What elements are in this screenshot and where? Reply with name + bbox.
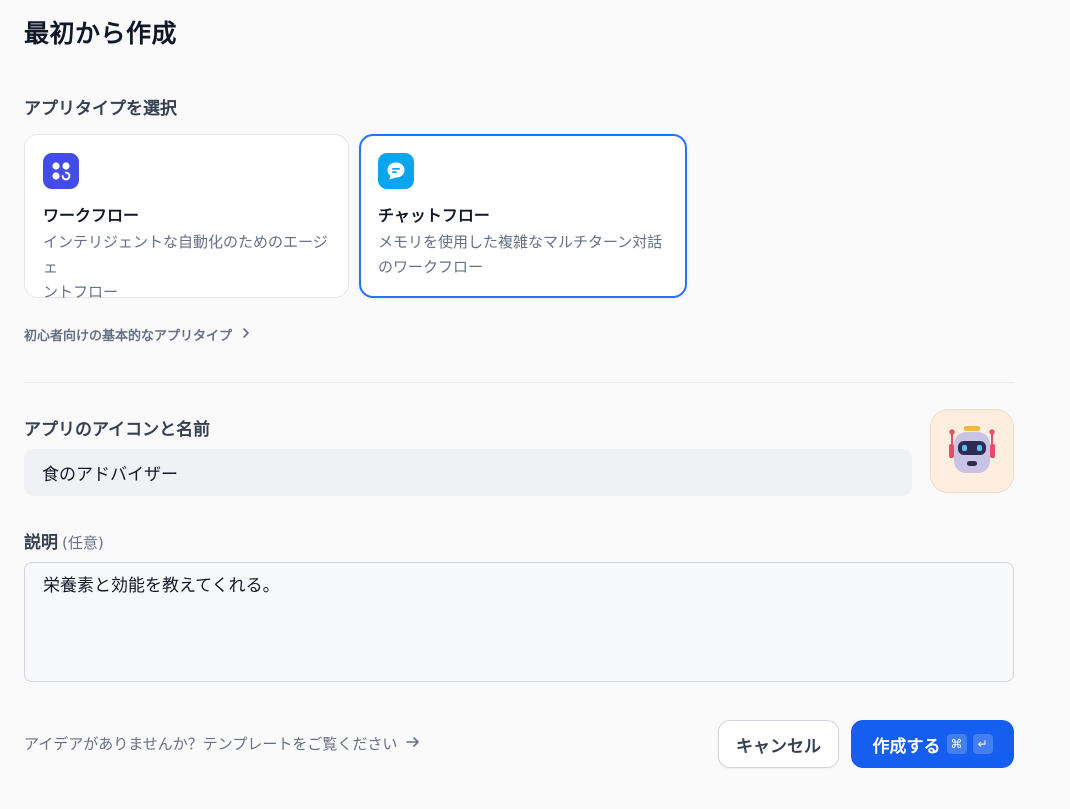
- create-button-label: 作成する: [872, 736, 941, 757]
- basic-app-types-link[interactable]: 初心者向けの基本的なアプリタイプ: [24, 325, 252, 344]
- description-textarea[interactable]: 栄養素と効能を教えてくれる。: [24, 562, 1014, 682]
- app-type-label: アプリタイプを選択: [24, 99, 177, 119]
- workflow-title: ワークフロー: [43, 206, 140, 225]
- app-type-card-chatflow[interactable]: チャットフロー メモリを使用した複雑なマルチターン対話 のワークフロー: [359, 134, 687, 298]
- chatflow-desc-line-2: のワークフロー: [378, 258, 484, 276]
- enter-key-icon: ↵: [972, 734, 993, 754]
- app-name-label: アプリのアイコンと名前: [24, 420, 211, 440]
- chatflow-desc-line-1: メモリを使用した複雑なマルチターン対話: [378, 233, 663, 251]
- arrow-right-icon: [405, 735, 421, 753]
- description-label: 説明 (任意): [24, 528, 104, 553]
- chevron-right-icon: [240, 327, 252, 343]
- workflow-desc-line-1: インテリジェントな自動化のためのエージェ: [43, 233, 328, 276]
- workflow-icon: [43, 153, 79, 189]
- workflow-desc-line-2: ントフロー: [43, 283, 119, 301]
- description-label-text: 説明: [24, 533, 58, 553]
- page-title: 最初から作成: [24, 19, 178, 48]
- app-type-card-workflow[interactable]: ワークフロー インテリジェントな自動化のためのエージェ ントフロー: [24, 134, 349, 301]
- chat-bubble-icon: [378, 153, 414, 189]
- section-divider: [24, 382, 1014, 383]
- template-link[interactable]: アイデアがありませんか？テンプレートをご覧ください: [24, 733, 421, 754]
- basic-app-types-label: 初心者向けの基本的なアプリタイプ: [24, 329, 233, 344]
- chatflow-description: メモリを使用した複雑なマルチターン対話 のワークフロー: [378, 230, 668, 280]
- template-link-label: アイデアがありませんか？テンプレートをご覧ください: [24, 735, 398, 753]
- app-icon-picker[interactable]: [930, 409, 1014, 493]
- cancel-button[interactable]: キャンセル: [718, 720, 839, 768]
- app-name-input[interactable]: [24, 449, 912, 496]
- create-button[interactable]: 作成する ⌘ ↵: [851, 720, 1014, 768]
- chatflow-title: チャットフロー: [378, 206, 490, 225]
- robot-avatar-icon: [949, 426, 995, 473]
- workflow-description: インテリジェントな自動化のためのエージェ ントフロー: [43, 230, 330, 305]
- description-optional-text: (任意): [62, 534, 104, 552]
- command-key-icon: ⌘: [946, 734, 967, 754]
